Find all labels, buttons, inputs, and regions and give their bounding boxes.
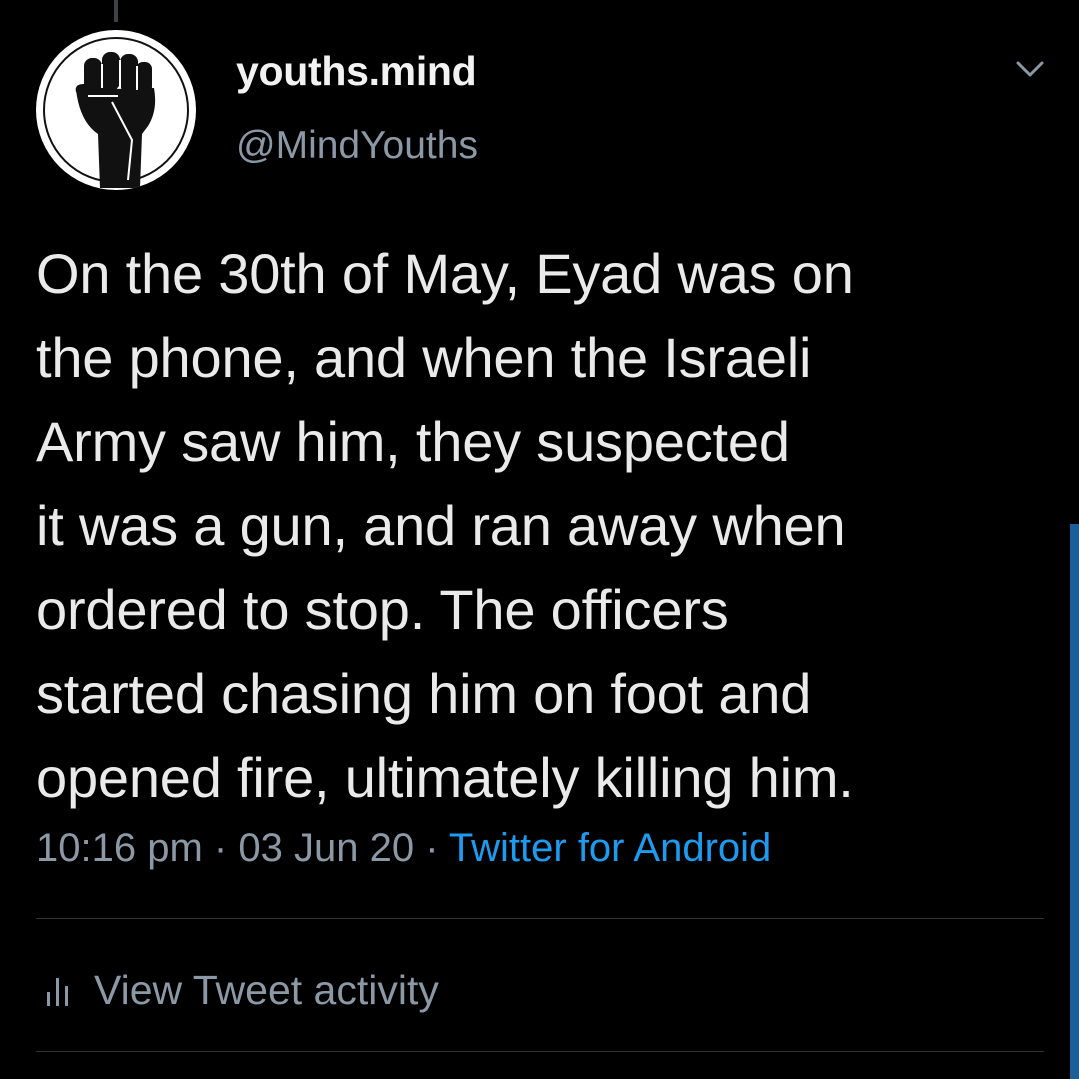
more-options-button[interactable] [1010, 52, 1050, 88]
tweet-source-link[interactable]: Twitter for Android [449, 826, 771, 870]
meta-separator: · [213, 826, 228, 870]
avatar[interactable] [36, 30, 196, 190]
thread-connector-line [114, 0, 118, 22]
tweet-text: On the 30th of May, Eyad was on the phon… [36, 242, 854, 809]
display-name[interactable]: youths.mind [236, 48, 477, 95]
tweet-date[interactable]: 03 Jun 20 [238, 826, 414, 870]
scroll-indicator [1070, 524, 1079, 1079]
tweet-time[interactable]: 10:16 pm [36, 826, 203, 870]
raised-fist-icon [38, 32, 194, 188]
divider [36, 1051, 1044, 1052]
bar-chart-icon [47, 978, 68, 1006]
divider [36, 918, 1044, 919]
view-tweet-activity-button[interactable]: View Tweet activity [44, 960, 439, 1020]
user-handle[interactable]: @MindYouths [236, 124, 478, 168]
meta-separator: · [425, 826, 439, 870]
tweet-meta: 10:16 pm · 03 Jun 20 · Twitter for Andro… [36, 826, 771, 871]
chevron-down-icon [1016, 61, 1044, 77]
view-tweet-activity-label: View Tweet activity [94, 966, 439, 1013]
